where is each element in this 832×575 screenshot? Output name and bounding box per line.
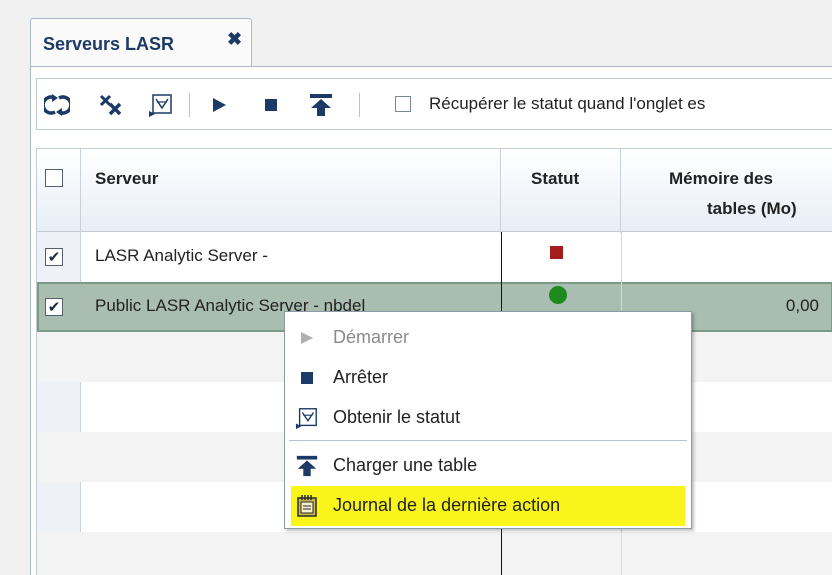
header-memory[interactable]: Mémoire des tables (Mo) (621, 149, 832, 233)
auto-status-label: Récupérer le statut quand l'onglet es (429, 94, 706, 113)
tab-serveurs-lasr[interactable]: Serveurs LASR ✖ (30, 18, 252, 66)
status-check-icon (295, 406, 319, 430)
header-server[interactable]: Serveur (81, 149, 501, 233)
sas-window: Serveurs LASR ✖ Récupérer le statut quan… (0, 0, 832, 575)
menu-item-label: Arrêter (333, 367, 389, 387)
header-status-label: Statut (531, 169, 580, 188)
upload-icon (295, 454, 319, 478)
row-memory-value: 0,00 (785, 296, 819, 315)
menu-separator (289, 440, 687, 441)
load-table-button[interactable] (307, 91, 335, 119)
menu-item-label: Obtenir le statut (333, 407, 461, 427)
header-status[interactable]: Statut (501, 149, 621, 233)
header-memory-line2: tables (Mo) (707, 199, 797, 218)
close-tab-icon[interactable]: ✖ (227, 29, 242, 50)
menu-item-label: Charger une table (333, 455, 478, 475)
context-menu: Démarrer Arrêter Obtenir le statut Charg… (284, 311, 692, 529)
table-header: Serveur Statut Mémoire des tables (Mo) (37, 148, 832, 233)
menu-item-label: Démarrer (333, 327, 410, 347)
row-checkbox[interactable]: ✔ (45, 248, 63, 266)
header-select-all (37, 149, 81, 233)
row-checkbox[interactable]: ✔ (45, 298, 63, 316)
stop-icon (265, 99, 277, 111)
stop-button[interactable] (257, 91, 285, 119)
auto-status-checkbox[interactable] (395, 96, 411, 112)
play-icon (295, 326, 319, 350)
log-journal-icon (295, 494, 319, 518)
menu-item-get-status[interactable]: Obtenir le statut (291, 398, 685, 438)
refresh-icon (44, 94, 70, 116)
menu-item-stop[interactable]: Arrêter (291, 358, 685, 398)
empty-row (37, 532, 832, 575)
upload-icon (310, 94, 332, 116)
clear-x-icon (99, 94, 122, 116)
clear-button[interactable] (97, 91, 125, 119)
stop-icon (295, 366, 319, 390)
start-button[interactable] (205, 91, 233, 119)
menu-item-start[interactable]: Démarrer (291, 318, 685, 358)
select-all-checkbox[interactable] (45, 169, 63, 187)
header-server-label: Serveur (95, 169, 159, 188)
status-running-icon (549, 286, 567, 304)
menu-item-last-action-log[interactable]: Journal de la dernière action (291, 486, 685, 526)
status-stopped-icon (550, 246, 563, 259)
refresh-button[interactable] (43, 91, 71, 119)
toolbar-separator (359, 93, 360, 117)
header-memory-line1: Mémoire des (669, 169, 773, 188)
status-check-icon (149, 94, 172, 117)
menu-item-load-table[interactable]: Charger une table (291, 446, 685, 486)
play-icon (213, 98, 226, 112)
get-status-button[interactable] (147, 91, 175, 119)
toolbar: Récupérer le statut quand l'onglet es (36, 78, 832, 130)
tab-label: Serveurs LASR (43, 34, 175, 54)
row-server-name: LASR Analytic Server - (95, 246, 268, 265)
table-row[interactable]: ✔ LASR Analytic Server - (37, 232, 832, 282)
menu-item-label: Journal de la dernière action (333, 495, 561, 515)
toolbar-separator (189, 93, 190, 117)
